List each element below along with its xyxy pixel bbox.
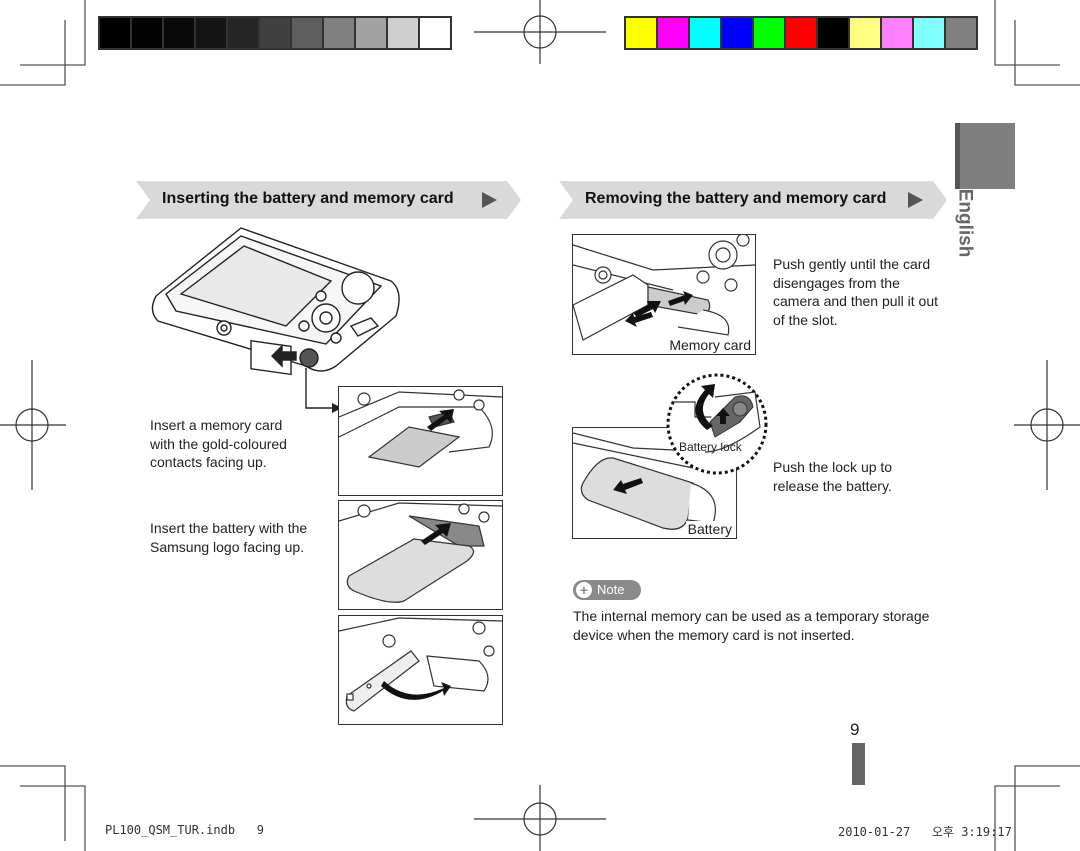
color-swatch bbox=[850, 18, 882, 48]
grayscale-swatch bbox=[420, 18, 450, 48]
remove-battery-text: Push the lock up to release the battery. bbox=[773, 459, 893, 494]
insert-memory-card-text: Insert a memory card with the gold-colou… bbox=[150, 417, 287, 470]
grayscale-swatch bbox=[164, 18, 196, 48]
remove-memory-card-text: Push gently until the card disengages fr… bbox=[773, 256, 938, 328]
color-swatch bbox=[626, 18, 658, 48]
inserting-section-header: Inserting the battery and memory card bbox=[136, 181, 521, 219]
color-swatch bbox=[690, 18, 722, 48]
note-badge: + Note bbox=[573, 580, 641, 600]
footer-filename: PL100_QSM_TUR.indb 9 bbox=[105, 823, 264, 837]
language-label: English bbox=[948, 188, 978, 260]
insert-battery-text: Insert the battery with the Samsung logo… bbox=[150, 520, 308, 555]
grayscale-swatch bbox=[196, 18, 228, 48]
grayscale-swatch bbox=[388, 18, 420, 48]
note-label: Note bbox=[597, 582, 625, 597]
footer-timestamp: 2010-01-27 오후 3:19:17 bbox=[838, 825, 1012, 839]
page-marker-bar bbox=[852, 743, 865, 785]
close-cover-figure bbox=[338, 615, 503, 725]
grayscale-swatch bbox=[100, 18, 132, 48]
registration-mark-left bbox=[0, 360, 70, 492]
crop-mark-bottom-left bbox=[0, 760, 100, 851]
removing-section-header: Removing the battery and memory card bbox=[559, 181, 947, 219]
registration-mark-top bbox=[474, 0, 610, 66]
battery-label: Battery bbox=[685, 521, 734, 537]
color-swatch bbox=[818, 18, 850, 48]
insert-battery-figure bbox=[338, 500, 503, 610]
grayscale-swatch bbox=[324, 18, 356, 48]
color-swatch bbox=[722, 18, 754, 48]
registration-mark-bottom bbox=[474, 785, 610, 851]
play-arrow-icon bbox=[908, 192, 923, 208]
color-swatch bbox=[882, 18, 914, 48]
insert-memory-card-figure bbox=[338, 386, 503, 496]
battery-lock-callout: Battery lock bbox=[665, 372, 770, 482]
removing-title: Removing the battery and memory card bbox=[585, 190, 887, 207]
inserting-title: Inserting the battery and memory card bbox=[162, 190, 454, 207]
language-tab bbox=[955, 123, 1015, 189]
color-swatch bbox=[946, 18, 976, 48]
registration-mark-right bbox=[1012, 360, 1080, 492]
color-bar bbox=[624, 16, 978, 50]
remove-memory-card-figure: Memory card bbox=[572, 234, 756, 355]
page-number: 9 bbox=[850, 720, 860, 739]
color-swatch bbox=[786, 18, 818, 48]
note-text: The internal memory can be used as a tem… bbox=[573, 608, 930, 643]
language-text: English bbox=[954, 188, 976, 258]
grayscale-swatch bbox=[292, 18, 324, 48]
memory-card-label: Memory card bbox=[667, 337, 753, 353]
crop-mark-top-right bbox=[990, 0, 1080, 100]
crop-mark-top-left bbox=[0, 0, 100, 100]
grayscale-bar bbox=[98, 16, 452, 50]
grayscale-swatch bbox=[260, 18, 292, 48]
grayscale-swatch bbox=[356, 18, 388, 48]
grayscale-swatch bbox=[132, 18, 164, 48]
play-arrow-icon bbox=[482, 192, 497, 208]
color-swatch bbox=[658, 18, 690, 48]
color-swatch bbox=[754, 18, 786, 48]
battery-lock-label: Battery lock bbox=[679, 440, 742, 454]
plus-icon: + bbox=[576, 582, 592, 598]
grayscale-swatch bbox=[228, 18, 260, 48]
color-swatch bbox=[914, 18, 946, 48]
